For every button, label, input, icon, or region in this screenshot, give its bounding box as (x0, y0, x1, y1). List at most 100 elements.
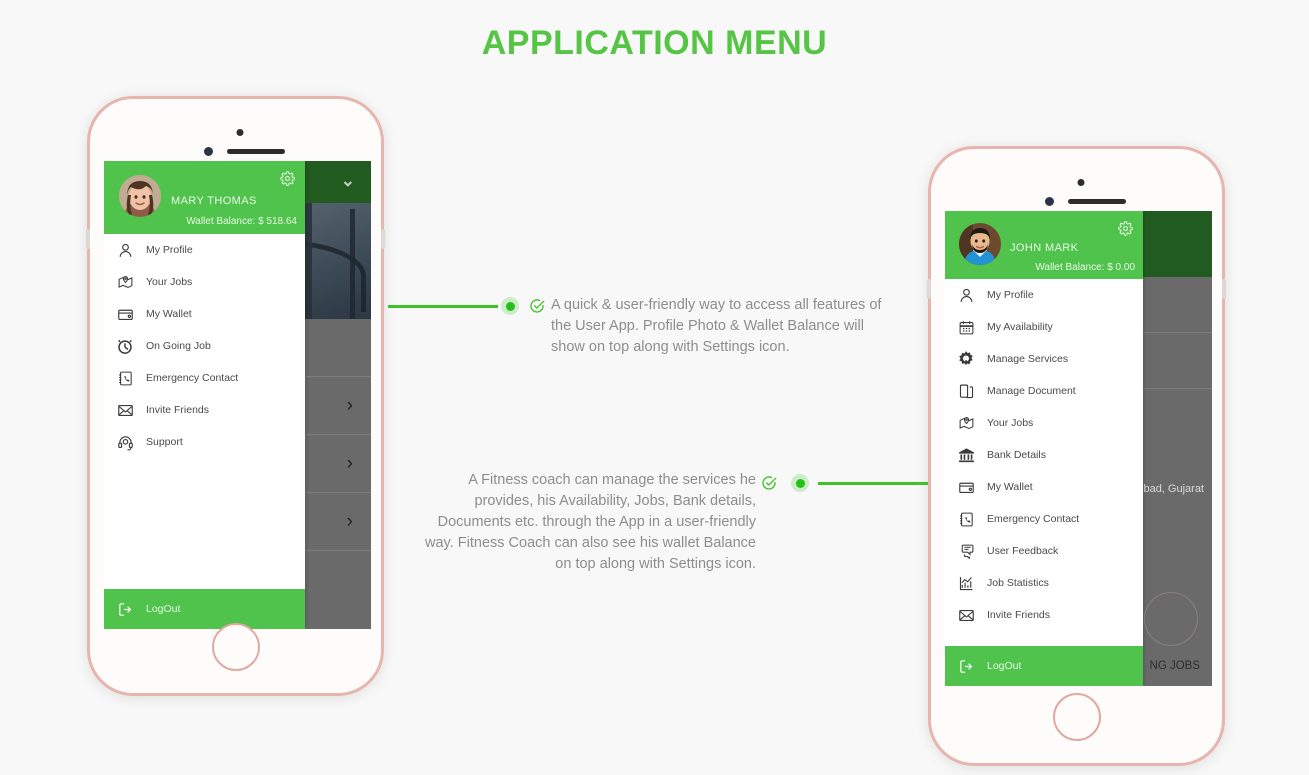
chat-bubbles-icon (954, 539, 978, 563)
home-button[interactable] (1052, 693, 1101, 741)
navigation-drawer-user: MARY THOMAS Wallet Balance: $ 518.64 My … (104, 161, 305, 629)
chevron-right-icon: › (346, 394, 353, 416)
logout-label: LogOut (987, 660, 1022, 672)
menu-item-label: My Wallet (146, 308, 192, 320)
screen-coach-app: bad, Gujarat NG JOBS JOHN MARK Wallet Ba… (945, 211, 1212, 686)
envelope-icon (113, 398, 137, 422)
drawer-user-name: MARY THOMAS (171, 195, 257, 207)
contact-book-icon (113, 366, 137, 390)
menu-item-your-jobs[interactable]: Your Jobs (104, 266, 305, 298)
menu-item-label: On Going Job (146, 340, 211, 352)
check-circle-icon (530, 299, 545, 313)
logout-button-user[interactable]: LogOut (104, 589, 305, 629)
menu-item-bank-details[interactable]: Bank Details (945, 439, 1143, 471)
annotation-coach-app-text: A Fitness coach can manage the services … (425, 472, 756, 572)
envelope-icon (954, 603, 978, 627)
drawer-menu-list-coach: My Profile My Availability Manage Servic… (945, 279, 1143, 646)
chevron-down-icon: ⌄ (340, 171, 355, 190)
bar-chart-icon (954, 571, 978, 595)
avatar[interactable] (119, 175, 161, 217)
menu-item-user-feedback[interactable]: User Feedback (945, 535, 1143, 567)
home-button[interactable] (211, 623, 260, 671)
annotation-connector-line (388, 305, 498, 308)
logout-icon (954, 654, 978, 678)
page-root: APPLICATION MENU ⌄ › › › MARY THOMAS Wal… (0, 0, 1309, 775)
menu-item-label: Invite Friends (987, 609, 1051, 621)
calendar-icon (954, 315, 978, 339)
front-camera-icon (204, 147, 213, 156)
menu-item-label: Manage Services (987, 353, 1069, 365)
contact-book-icon (954, 507, 978, 531)
menu-item-invite-friends[interactable]: Invite Friends (104, 394, 305, 426)
drawer-wallet-balance: Wallet Balance: $ 0.00 (1035, 262, 1135, 273)
map-pin-icon (113, 270, 137, 294)
logout-button-coach[interactable]: LogOut (945, 646, 1143, 686)
menu-item-label: Bank Details (987, 449, 1046, 461)
person-icon (113, 238, 137, 262)
menu-item-my-profile[interactable]: My Profile (104, 234, 305, 266)
menu-item-label: Emergency Contact (987, 513, 1080, 525)
avatar[interactable] (959, 223, 1001, 265)
menu-item-label: Manage Document (987, 385, 1076, 397)
menu-item-label: Your Jobs (146, 276, 193, 288)
avatar-photo (959, 223, 1001, 265)
menu-item-your-jobs[interactable]: Your Jobs (945, 407, 1143, 439)
menu-item-label: My Profile (146, 244, 193, 256)
wallet-icon (954, 475, 978, 499)
check-circle-icon (762, 476, 777, 490)
drawer-header-coach: JOHN MARK Wallet Balance: $ 0.00 (945, 211, 1143, 279)
menu-item-on-going-job[interactable]: On Going Job (104, 330, 305, 362)
phone-coach-app: bad, Gujarat NG JOBS JOHN MARK Wallet Ba… (927, 146, 1226, 766)
menu-item-label: My Profile (987, 289, 1034, 301)
menu-item-label: Invite Friends (146, 404, 210, 416)
menu-item-my-availability[interactable]: My Availability (945, 311, 1143, 343)
logout-label: LogOut (146, 603, 181, 615)
menu-item-my-profile[interactable]: My Profile (945, 279, 1143, 311)
menu-item-job-statistics[interactable]: Job Statistics (945, 567, 1143, 599)
menu-item-emergency-contact[interactable]: Emergency Contact (104, 362, 305, 394)
gear-icon[interactable] (280, 171, 295, 186)
menu-item-my-wallet[interactable]: My Wallet (104, 298, 305, 330)
menu-item-support[interactable]: Support (104, 426, 305, 458)
gear-icon[interactable] (1118, 221, 1133, 236)
background-section-text: NG JOBS (1149, 660, 1200, 672)
phone-user-app: ⌄ › › › MARY THOMAS Wallet Balance: $ 51… (86, 96, 385, 696)
annotation-connector-line (818, 482, 928, 485)
drawer-user-name: JOHN MARK (1010, 242, 1079, 254)
chevron-right-icon: › (346, 510, 353, 532)
page-title: APPLICATION MENU (481, 24, 828, 62)
chevron-right-icon: › (346, 452, 353, 474)
menu-item-manage-services[interactable]: Manage Services (945, 343, 1143, 375)
gym-bar-shape-2 (349, 208, 355, 319)
proximity-sensor-icon (1077, 179, 1085, 186)
front-camera-icon (1045, 197, 1054, 206)
menu-item-invite-friends[interactable]: Invite Friends (945, 599, 1143, 631)
menu-item-label: My Availability (987, 321, 1053, 333)
logout-icon (113, 597, 137, 621)
bullet-dot-icon (501, 297, 519, 315)
avatar-photo (119, 175, 161, 217)
proximity-sensor-icon (236, 129, 244, 136)
drawer-header-user: MARY THOMAS Wallet Balance: $ 518.64 (104, 161, 305, 234)
gear-solid-icon (954, 347, 978, 371)
wallet-icon (113, 302, 137, 326)
headset-icon (113, 430, 137, 454)
bullet-dot-icon (791, 474, 809, 492)
screen-user-app: ⌄ › › › MARY THOMAS Wallet Balance: $ 51… (104, 161, 371, 629)
gym-bar-shape-1 (305, 203, 313, 319)
bank-icon (954, 443, 978, 467)
menu-item-manage-document[interactable]: Manage Document (945, 375, 1143, 407)
menu-item-my-wallet[interactable]: My Wallet (945, 471, 1143, 503)
map-pin-icon (954, 411, 978, 435)
annotation-user-app-text: A quick & user-friendly way to access al… (551, 297, 882, 355)
drawer-menu-list-user: My Profile Your Jobs My Wallet On Going … (104, 234, 305, 589)
menu-item-emergency-contact[interactable]: Emergency Contact (945, 503, 1143, 535)
menu-item-label: User Feedback (987, 545, 1059, 557)
menu-item-label: Job Statistics (987, 577, 1049, 589)
menu-item-label: Support (146, 436, 183, 448)
background-location-text: bad, Gujarat (1143, 483, 1204, 495)
menu-item-label: Emergency Contact (146, 372, 239, 384)
earpiece-speaker (227, 149, 285, 154)
person-icon (954, 283, 978, 307)
navigation-drawer-coach: JOHN MARK Wallet Balance: $ 0.00 My Prof… (945, 211, 1143, 686)
